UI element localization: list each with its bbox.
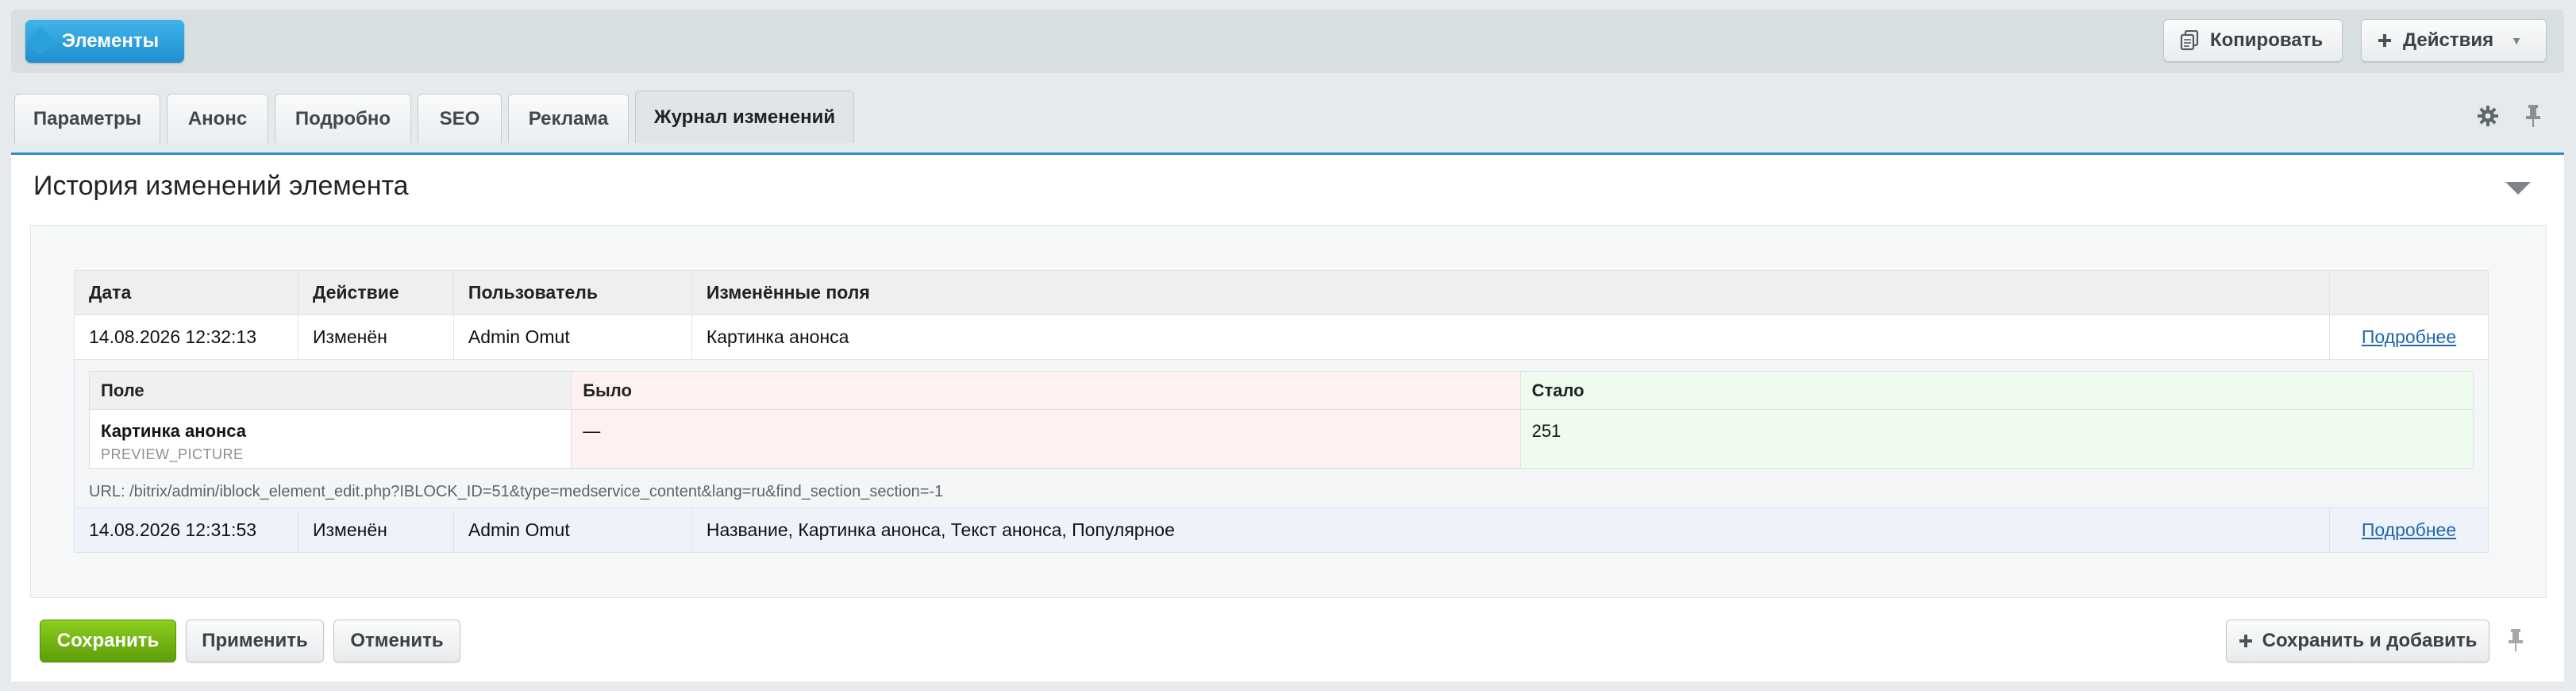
detail-field-cell: Картинка анонса PREVIEW_PICTURE bbox=[88, 409, 572, 469]
back-button-label: Элементы bbox=[61, 30, 160, 52]
table-row: 14.08.2026 12:32:13 Изменён Admin Omut К… bbox=[74, 315, 2489, 360]
actions-button-label: Действия bbox=[2403, 29, 2494, 51]
copy-button-label: Копировать bbox=[2210, 29, 2324, 51]
actions-dropdown-button[interactable]: Действия ▼ bbox=[2361, 19, 2547, 62]
apply-button[interactable]: Применить bbox=[186, 620, 324, 662]
change-url: URL: /bitrix/admin/iblock_element_edit.p… bbox=[89, 483, 944, 500]
plus-icon bbox=[2378, 33, 2392, 48]
back-to-elements-button[interactable]: Элементы bbox=[25, 20, 184, 63]
tab-label: Журнал изменений bbox=[653, 106, 836, 128]
tab-details[interactable]: Подробно bbox=[275, 94, 411, 143]
tab-change-log[interactable]: Журнал изменений bbox=[635, 91, 854, 143]
tab-seo[interactable]: SEO bbox=[418, 94, 502, 143]
save-and-add-button[interactable]: Сохранить и добавить bbox=[2226, 620, 2489, 662]
details-link[interactable]: Подробнее bbox=[2362, 326, 2456, 347]
pin-icon[interactable] bbox=[2507, 629, 2524, 656]
history-section: Дата Действие Пользователь Изменённые по… bbox=[30, 225, 2547, 598]
col-action: Действие bbox=[297, 270, 454, 315]
gear-icon[interactable] bbox=[2477, 105, 2499, 131]
detail-data-row: Картинка анонса PREVIEW_PICTURE — 251 bbox=[88, 409, 2474, 469]
history-table: Дата Действие Пользователь Изменённые по… bbox=[74, 270, 2489, 553]
tab-parameters[interactable]: Параметры bbox=[14, 94, 160, 143]
detail-col-field: Поле bbox=[88, 371, 572, 410]
cancel-button-label: Отменить bbox=[350, 630, 444, 651]
copy-icon bbox=[2180, 30, 2199, 51]
col-link bbox=[2329, 270, 2489, 315]
tab-label: Реклама bbox=[528, 107, 609, 129]
table-row: 14.08.2026 12:31:53 Изменён Admin Omut Н… bbox=[74, 508, 2489, 553]
tab-advertising[interactable]: Реклама bbox=[508, 94, 629, 143]
tab-pin[interactable] bbox=[2524, 103, 2542, 132]
chevron-down-icon: ▼ bbox=[2511, 34, 2522, 47]
collapse-triangle-icon[interactable] bbox=[2505, 182, 2531, 195]
tab-label: Анонс bbox=[187, 107, 248, 129]
details-link[interactable]: Подробнее bbox=[2362, 519, 2456, 540]
col-changed-fields: Изменённые поля bbox=[691, 270, 2331, 315]
top-toolbar: Элементы Копировать Действия ▼ bbox=[11, 10, 2564, 73]
row-date: 14.08.2026 12:31:53 bbox=[74, 508, 298, 553]
row-action: Изменён bbox=[297, 315, 454, 360]
row-user: Admin Omut bbox=[452, 508, 692, 553]
field-new-value: 251 bbox=[1519, 409, 2474, 469]
detail-col-now: Стало bbox=[1519, 371, 2474, 410]
detail-cell: Поле Было Стало Картинка анонса PREVIEW_… bbox=[74, 359, 2489, 508]
detail-col-was: Было bbox=[571, 371, 1521, 410]
row-fields: Название, Картинка анонса, Текст анонса,… bbox=[691, 508, 2331, 553]
detail-header-row: Поле Было Стало bbox=[88, 371, 2474, 410]
pin-icon[interactable] bbox=[2524, 103, 2542, 133]
save-button-label: Сохранить bbox=[56, 630, 160, 651]
row-user: Admin Omut bbox=[452, 315, 692, 360]
tab-label: Параметры bbox=[33, 107, 142, 129]
field-name: Картинка анонса bbox=[101, 421, 247, 441]
save-button[interactable]: Сохранить bbox=[40, 620, 176, 662]
copy-button[interactable]: Копировать bbox=[2163, 19, 2343, 62]
col-date: Дата bbox=[74, 270, 298, 315]
history-header-row: Дата Действие Пользователь Изменённые по… bbox=[74, 270, 2489, 315]
detail-table: Поле Было Стало Картинка анонса PREVIEW_… bbox=[88, 371, 2474, 469]
row-fields: Картинка анонса bbox=[691, 315, 2331, 360]
save-and-add-label: Сохранить и добавить bbox=[2262, 630, 2478, 651]
field-code: PREVIEW_PICTURE bbox=[101, 446, 244, 462]
apply-button-label: Применить bbox=[202, 630, 308, 651]
field-old-value: — bbox=[571, 409, 1521, 469]
tab-label: SEO bbox=[439, 107, 480, 129]
footer-pin[interactable] bbox=[2507, 627, 2524, 657]
tab-settings-gear[interactable] bbox=[2477, 103, 2499, 132]
tab-announcement[interactable]: Анонс bbox=[167, 94, 268, 143]
back-arrow-icon bbox=[25, 26, 56, 56]
row-date: 14.08.2026 12:32:13 bbox=[74, 315, 298, 360]
page-title: История изменений элемента bbox=[33, 171, 409, 201]
tab-label: Подробно bbox=[295, 107, 391, 129]
main-panel: История изменений элемента Дата Действие… bbox=[11, 152, 2564, 681]
detail-row: Поле Было Стало Картинка анонса PREVIEW_… bbox=[74, 359, 2489, 508]
row-link-cell: Подробнее bbox=[2329, 315, 2489, 360]
row-action: Изменён bbox=[297, 508, 454, 553]
cancel-button[interactable]: Отменить bbox=[333, 620, 460, 662]
col-user: Пользователь bbox=[452, 270, 692, 315]
row-link-cell: Подробнее bbox=[2329, 508, 2489, 553]
plus-icon bbox=[2239, 630, 2253, 652]
